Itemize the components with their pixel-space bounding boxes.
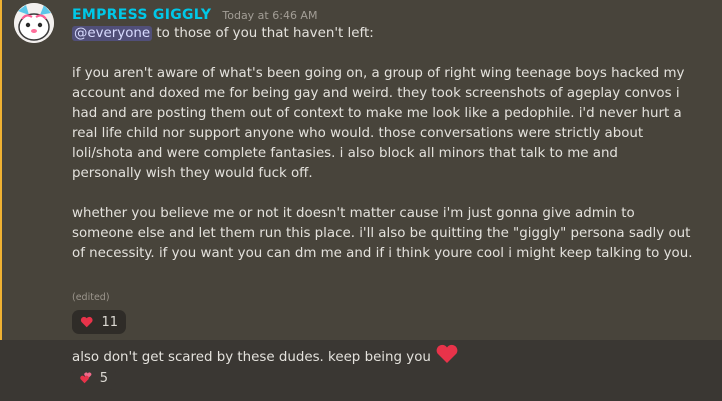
message-content: @everyone to those of you that haven't l…	[72, 24, 712, 264]
avatar-image	[14, 3, 54, 43]
text-line: someone else and let them run this place…	[72, 226, 691, 241]
avatar[interactable]	[14, 3, 54, 43]
text-line: of necessity. if you want you can dm me …	[72, 246, 693, 261]
text-line: if you aren't aware of what's been going…	[72, 66, 685, 81]
reaction-count: 5	[99, 370, 108, 386]
chat-view: EMPRESS GIGGLY Today at 6:46 AM @everyon…	[0, 0, 722, 401]
username[interactable]: EMPRESS GIGGLY	[72, 7, 211, 23]
message-header: EMPRESS GIGGLY Today at 6:46 AM	[72, 4, 317, 23]
text-line: account and doxed me for being gay and w…	[72, 86, 680, 101]
heart-icon	[435, 344, 459, 371]
edited-label: (edited)	[72, 292, 110, 303]
everyone-mention[interactable]: @everyone	[72, 26, 153, 41]
timestamp[interactable]: Today at 6:46 AM	[222, 9, 317, 22]
reaction-heart[interactable]: 11	[72, 310, 126, 334]
message-first-line: @everyone to those of you that haven't l…	[72, 24, 712, 44]
text-line: real life child nor support anyone who w…	[72, 126, 644, 141]
followup-message: also don't get scared by these dudes. ke…	[72, 344, 459, 371]
followup-text: also don't get scared by these dudes. ke…	[72, 349, 431, 365]
text-line: personally wish they would fuck off.	[72, 166, 313, 181]
text-line: whether you believe me or not it doesn't…	[72, 206, 635, 221]
heart-icon	[80, 316, 93, 328]
first-line-text: to those of you that haven't left:	[152, 26, 374, 41]
paragraph-1: if you aren't aware of what's been going…	[72, 64, 712, 184]
two-hearts-icon	[80, 372, 92, 384]
reaction-count: 11	[101, 314, 118, 330]
paragraph-2: whether you believe me or not it doesn't…	[72, 204, 712, 264]
text-line: loli/shota and were complete fantasies. …	[72, 146, 618, 161]
text-line: had and are posting them out of context …	[72, 106, 682, 121]
reaction-two-hearts[interactable]: 5	[72, 366, 116, 390]
